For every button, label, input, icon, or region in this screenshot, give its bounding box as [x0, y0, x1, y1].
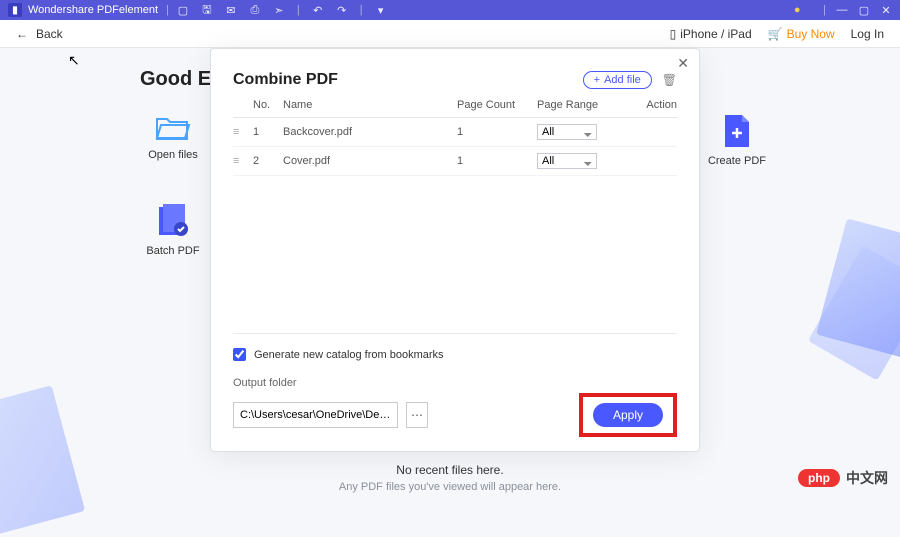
- checkbox-label: Generate new catalog from bookmarks: [254, 349, 444, 361]
- login-link[interactable]: Log In: [851, 27, 884, 41]
- row-no: 1: [253, 126, 283, 138]
- badge-text: 中文网: [846, 468, 888, 488]
- browse-folder-button[interactable]: ⋯: [406, 402, 428, 428]
- arrow-left-icon: ←: [16, 27, 28, 41]
- print-icon[interactable]: ⎙: [249, 4, 261, 16]
- page-range-select[interactable]: All: [537, 153, 597, 169]
- cart-icon: 🛒: [768, 27, 783, 41]
- plus-icon: +: [594, 74, 600, 86]
- stage: ↖ Good Evening Open files Create PDF Bat…: [0, 48, 900, 506]
- col-no: No.: [253, 99, 283, 111]
- row-count: 1: [457, 155, 537, 167]
- row-name: Cover.pdf: [283, 155, 457, 167]
- titlebar: ▮ Wondershare PDFelement | ▢ 🖫 ✉ ⎙ ➣ | ↶…: [0, 0, 900, 20]
- col-range: Page Range: [537, 99, 627, 111]
- save-icon[interactable]: 🖫: [201, 4, 213, 16]
- drag-handle-icon[interactable]: ≡: [233, 155, 253, 167]
- modal-backdrop: ✕ Combine PDF + Add file 🗑 No. Name Page…: [0, 48, 900, 506]
- drag-handle-icon[interactable]: ≡: [233, 126, 253, 138]
- row-count: 1: [457, 126, 537, 138]
- table-row: ≡ 1 Backcover.pdf 1 All: [233, 118, 677, 147]
- trash-icon[interactable]: 🗑: [662, 73, 677, 87]
- separator: |: [166, 4, 169, 16]
- row-name: Backcover.pdf: [283, 126, 457, 138]
- col-action: Action: [627, 99, 677, 111]
- generate-catalog-checkbox[interactable]: Generate new catalog from bookmarks: [233, 348, 677, 361]
- separator: |: [360, 4, 363, 16]
- separator: |: [297, 4, 300, 16]
- open-icon[interactable]: ▢: [177, 4, 189, 16]
- window-controls: | — ▢ ✕: [823, 4, 892, 16]
- col-name: Name: [283, 99, 457, 111]
- topbar: ← Back ▯ iPhone / iPad 🛒 Buy Now Log In: [0, 20, 900, 48]
- app-title: ▮ Wondershare PDFelement: [8, 3, 158, 17]
- mail-icon[interactable]: ✉: [225, 4, 237, 16]
- col-count: Page Count: [457, 99, 537, 111]
- minimize-icon[interactable]: —: [836, 4, 848, 16]
- output-folder-input[interactable]: [233, 402, 398, 428]
- modal-title: Combine PDF: [233, 71, 583, 89]
- output-folder-label: Output folder: [233, 377, 677, 389]
- chevron-down-icon[interactable]: ▾: [375, 4, 387, 16]
- page-range-select[interactable]: All: [537, 124, 597, 140]
- row-no: 2: [253, 155, 283, 167]
- combine-pdf-modal: ✕ Combine PDF + Add file 🗑 No. Name Page…: [210, 48, 700, 452]
- quick-toolbar: ▢ 🖫 ✉ ⎙ ➣ | ↶ ↷ | ▾: [177, 4, 387, 16]
- checkbox-input[interactable]: [233, 348, 246, 361]
- watermark-badge: php 中文网: [798, 468, 888, 488]
- share-icon[interactable]: ➣: [273, 4, 285, 16]
- device-link[interactable]: ▯ iPhone / iPad: [670, 27, 752, 41]
- apply-highlight: Apply: [579, 393, 677, 437]
- undo-icon[interactable]: ↶: [312, 4, 324, 16]
- device-label: iPhone / iPad: [680, 27, 751, 41]
- add-file-button[interactable]: + Add file: [583, 71, 652, 89]
- redo-icon[interactable]: ↷: [336, 4, 348, 16]
- badge-pill: php: [798, 469, 840, 487]
- login-label: Log In: [851, 27, 884, 41]
- add-file-label: Add file: [604, 74, 641, 86]
- buy-now-link[interactable]: 🛒 Buy Now: [768, 27, 835, 41]
- app-logo-icon: ▮: [8, 3, 22, 17]
- table-row: ≡ 2 Cover.pdf 1 All: [233, 147, 677, 176]
- modal-close-icon[interactable]: ✕: [677, 55, 689, 72]
- table-header: No. Name Page Count Page Range Action: [233, 99, 677, 118]
- sun-icon[interactable]: ●: [791, 4, 803, 16]
- phone-icon: ▯: [670, 27, 677, 41]
- back-label: Back: [36, 27, 63, 41]
- apply-button[interactable]: Apply: [593, 403, 663, 427]
- close-icon[interactable]: ✕: [880, 4, 892, 16]
- maximize-icon[interactable]: ▢: [858, 4, 870, 16]
- buy-label: Buy Now: [787, 27, 835, 41]
- back-button[interactable]: ← Back: [16, 27, 63, 41]
- app-name: Wondershare PDFelement: [28, 4, 158, 16]
